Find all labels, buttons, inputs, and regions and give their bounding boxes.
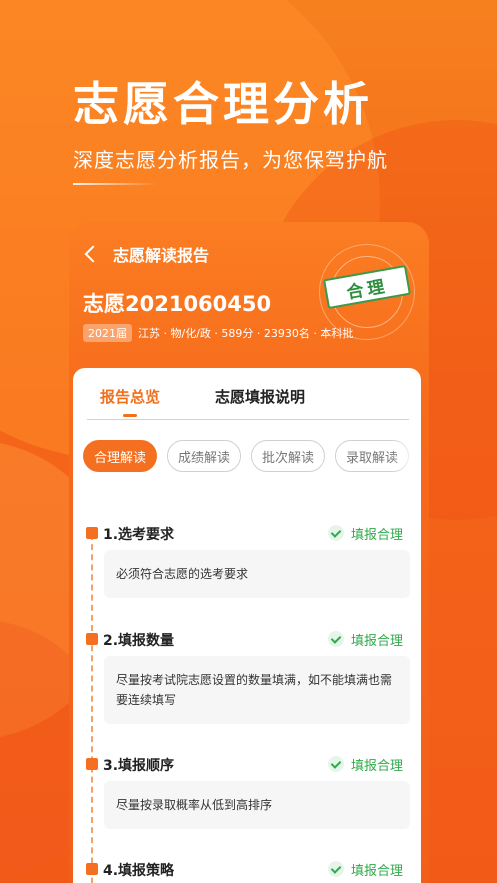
tab-instructions[interactable]: 志愿填报说明	[215, 386, 305, 407]
year-badge: 2021届	[83, 324, 132, 342]
phone-screen: 志愿解读报告 合理 志愿2021060450 2021届 江苏 · 物/化/政 …	[69, 222, 429, 883]
section-description: 尽量按录取概率从低到高排序	[104, 781, 410, 829]
section-status: 填报合理	[351, 528, 404, 543]
timeline-marker	[86, 527, 98, 539]
check-circle-icon	[328, 525, 344, 541]
section-status: 填报合理	[351, 634, 404, 649]
chip-reasonable[interactable]: 合理解读	[83, 440, 157, 472]
section-header: 2.填报数量 填报合理	[73, 630, 421, 650]
check-circle-icon	[328, 756, 344, 772]
nav-bar: 志愿解读报告	[81, 242, 209, 266]
report-id: 志愿2021060450	[83, 292, 272, 316]
section-description: 尽量按考试院志愿设置的数量填满，如不能填满也需要连续填写	[104, 656, 410, 724]
chip-batch[interactable]: 批次解读	[251, 440, 325, 472]
timeline-marker	[86, 758, 98, 770]
timeline-line	[91, 534, 93, 883]
tab-overview[interactable]: 报告总览	[100, 386, 160, 407]
section-title: 3.填报顺序	[103, 758, 175, 774]
chip-score[interactable]: 成绩解读	[167, 440, 241, 472]
meta-text: 江苏 · 物/化/政 · 589分 · 23930名 · 本科批	[138, 327, 354, 340]
tab-indicator	[123, 414, 137, 417]
student-meta: 2021届 江苏 · 物/化/政 · 589分 · 23930名 · 本科批	[83, 324, 353, 342]
section-status: 填报合理	[351, 759, 404, 774]
section-header: 1.选考要求 填报合理	[73, 524, 421, 544]
timeline-marker	[86, 863, 98, 875]
promo-headline: 志愿合理分析	[73, 77, 373, 131]
nav-title: 志愿解读报告	[113, 246, 210, 265]
check-circle-icon	[328, 631, 344, 647]
decorative-rule	[73, 183, 158, 185]
chips-fade	[391, 440, 421, 472]
tab-divider	[87, 419, 409, 420]
back-arrow-icon[interactable]	[84, 245, 102, 263]
tab-bar: 报告总览 志愿填报说明	[73, 368, 421, 420]
timeline-marker	[86, 633, 98, 645]
promo-subline: 深度志愿分析报告，为您保驾护航	[73, 148, 388, 172]
report-card: 报告总览 志愿填报说明 合理解读 成绩解读 批次解读 录取解读 1.选考要求 填…	[73, 368, 421, 883]
section-title: 4.填报策略	[103, 863, 175, 879]
section-header: 4.填报策略 填报合理	[73, 860, 421, 880]
section-status: 填报合理	[351, 864, 404, 879]
check-circle-icon	[328, 861, 344, 877]
section-header: 3.填报顺序 填报合理	[73, 755, 421, 775]
section-title: 2.填报数量	[103, 633, 175, 649]
section-title: 1.选考要求	[103, 527, 175, 543]
section-description: 必须符合志愿的选考要求	[104, 550, 410, 598]
filter-chips: 合理解读 成绩解读 批次解读 录取解读	[83, 440, 419, 472]
